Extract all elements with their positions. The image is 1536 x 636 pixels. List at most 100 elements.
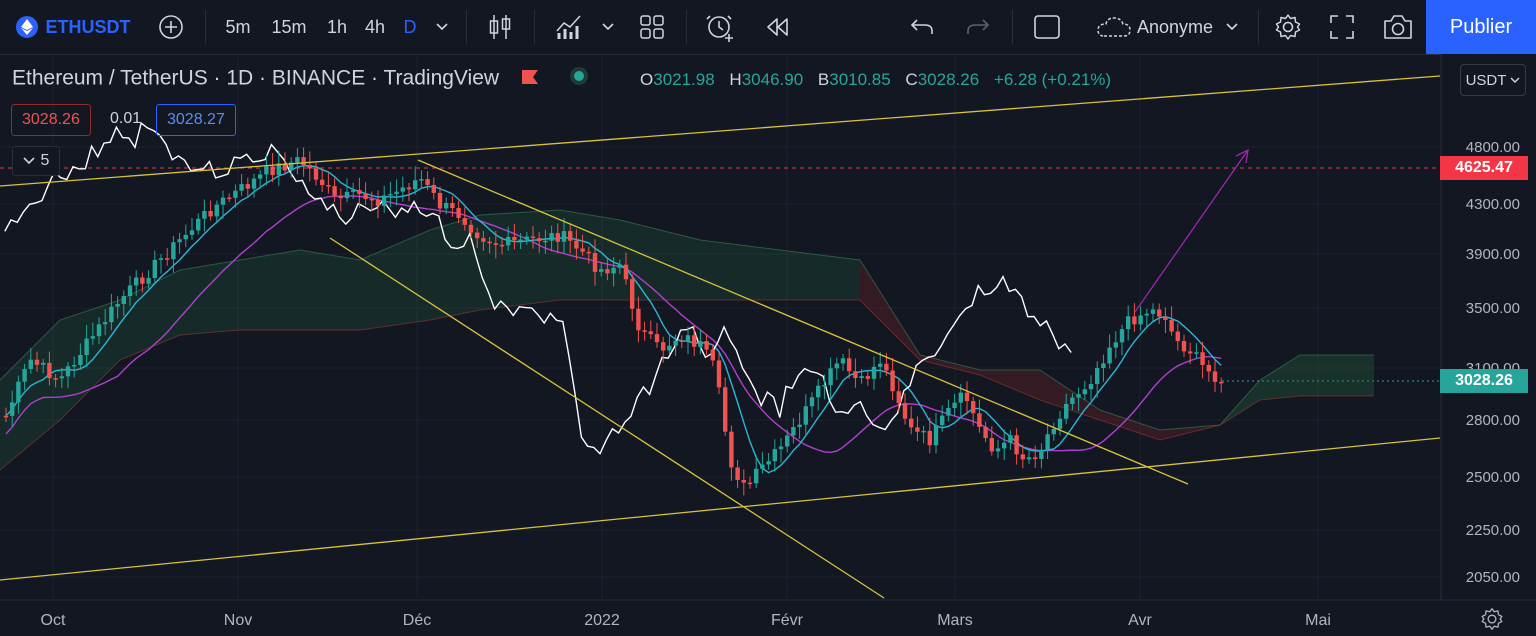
candle-body bbox=[103, 322, 108, 325]
low-label: B bbox=[817, 70, 830, 89]
candle-body bbox=[735, 467, 740, 481]
candle-body bbox=[1206, 364, 1211, 372]
high-value: 3046.90 bbox=[741, 70, 804, 89]
descending-resistance-trendline bbox=[417, 159, 1189, 485]
candle-body bbox=[1051, 428, 1056, 435]
chevron-down-icon[interactable] bbox=[596, 0, 620, 54]
candle-body bbox=[778, 446, 784, 450]
fullscreen-icon[interactable] bbox=[1326, 0, 1358, 54]
symbol-name: ETHUSDT bbox=[45, 16, 131, 37]
candle-body bbox=[214, 204, 219, 217]
candles-icon[interactable] bbox=[484, 0, 516, 54]
ethereum-logo-icon bbox=[15, 16, 38, 38]
candle-body bbox=[766, 461, 771, 465]
replay-icon[interactable] bbox=[760, 0, 794, 54]
price-tick-label: 4800.00 bbox=[1466, 139, 1520, 156]
candle-body bbox=[995, 448, 1001, 452]
candle-body bbox=[59, 376, 64, 379]
lower-channel-trendline bbox=[0, 437, 1441, 581]
candle-body bbox=[723, 387, 728, 432]
candle-body bbox=[524, 236, 529, 240]
candle-body bbox=[220, 197, 226, 205]
interval-d[interactable]: D bbox=[398, 0, 422, 54]
publish-button[interactable]: Publier bbox=[1426, 0, 1536, 54]
candle-body bbox=[710, 349, 715, 361]
projection-arrow-line bbox=[1134, 149, 1249, 313]
candle-body bbox=[1107, 347, 1112, 364]
change-value: +6.28 (+0.21%) bbox=[993, 70, 1112, 89]
candle-body bbox=[785, 435, 790, 447]
candle-body bbox=[475, 232, 480, 239]
candle-body bbox=[1138, 315, 1143, 325]
indicators-toggle[interactable]: 5 bbox=[12, 146, 60, 176]
candle-body bbox=[1101, 363, 1106, 369]
candle-body bbox=[183, 234, 188, 240]
interval-5m[interactable]: 5m bbox=[220, 0, 256, 54]
currency-label: USDT bbox=[1465, 71, 1507, 89]
candle-body bbox=[437, 192, 443, 209]
candle-body bbox=[1150, 309, 1156, 314]
candle-body bbox=[958, 392, 963, 403]
candle-body bbox=[884, 363, 889, 371]
candle-body bbox=[344, 191, 350, 199]
gear-icon[interactable] bbox=[1480, 607, 1504, 631]
candle-body bbox=[599, 269, 604, 272]
candle-body bbox=[636, 308, 641, 331]
candle-body bbox=[1002, 442, 1007, 449]
candle-body bbox=[890, 370, 895, 392]
currency-selector[interactable]: USDT bbox=[1460, 64, 1526, 96]
time-tick-label: 2022 bbox=[584, 612, 620, 629]
candle-body bbox=[1033, 457, 1038, 459]
layout-name-button[interactable]: Anonyme bbox=[1082, 0, 1252, 54]
candle-body bbox=[382, 195, 387, 206]
indicators-icon[interactable] bbox=[550, 0, 588, 54]
candle-body bbox=[537, 238, 542, 242]
open-label: O bbox=[640, 70, 654, 89]
symbol-search[interactable]: ETHUSDT bbox=[10, 0, 136, 54]
price-tick-label: 2500.00 bbox=[1466, 469, 1520, 486]
candle-body bbox=[673, 340, 678, 346]
interval-1h[interactable]: 1h bbox=[322, 0, 352, 54]
sell-price-button[interactable]: 3028.26 bbox=[11, 104, 91, 136]
time-tick-label: Mai bbox=[1305, 612, 1331, 629]
alert-icon[interactable] bbox=[702, 0, 738, 54]
candle-body bbox=[388, 193, 393, 196]
candle-body bbox=[617, 264, 622, 268]
candle-body bbox=[251, 178, 257, 189]
buy-price-button[interactable]: 3028.27 bbox=[156, 104, 236, 136]
candle-body bbox=[1181, 341, 1187, 352]
add-symbol-icon[interactable] bbox=[154, 0, 188, 54]
candle-body bbox=[561, 231, 567, 242]
toolbar-divider bbox=[686, 10, 687, 44]
settings-icon[interactable] bbox=[1272, 0, 1304, 54]
chart-legend-title[interactable]: Ethereum / TetherUS · 1D · BINANCE · Tra… bbox=[12, 66, 589, 92]
indicators-count: 5 bbox=[40, 152, 50, 169]
interval-15m[interactable]: 15m bbox=[266, 0, 312, 54]
undo-icon[interactable] bbox=[906, 0, 938, 54]
candle-body bbox=[754, 468, 759, 484]
alert-price-tag[interactable]: 4625.47 bbox=[1440, 156, 1528, 180]
price-chart[interactable]: 4800.004300.003900.003500.003100.002800.… bbox=[0, 54, 1536, 634]
camera-icon[interactable] bbox=[1380, 0, 1416, 54]
candle-body bbox=[1126, 316, 1131, 330]
templates-icon[interactable] bbox=[636, 0, 668, 54]
candle-body bbox=[1200, 352, 1205, 365]
interval-4h[interactable]: 4h bbox=[360, 0, 390, 54]
chevron-down-icon[interactable] bbox=[430, 0, 454, 54]
ichimoku-cloud-bull bbox=[1220, 355, 1374, 425]
candle-body bbox=[481, 238, 486, 242]
candle-body bbox=[704, 341, 709, 350]
candle-body bbox=[332, 186, 337, 196]
candle-body bbox=[549, 233, 554, 241]
layout-icon[interactable] bbox=[1030, 0, 1064, 54]
candle-body bbox=[406, 187, 412, 190]
candle-body bbox=[803, 406, 808, 425]
chevron-down-icon bbox=[1225, 22, 1239, 32]
candle-body bbox=[977, 413, 982, 427]
candle-body bbox=[1082, 389, 1087, 395]
close-label: C bbox=[905, 70, 918, 89]
candle-body bbox=[227, 197, 232, 200]
candle-body bbox=[320, 179, 325, 186]
candle-body bbox=[233, 190, 238, 198]
redo-icon[interactable] bbox=[962, 0, 994, 54]
